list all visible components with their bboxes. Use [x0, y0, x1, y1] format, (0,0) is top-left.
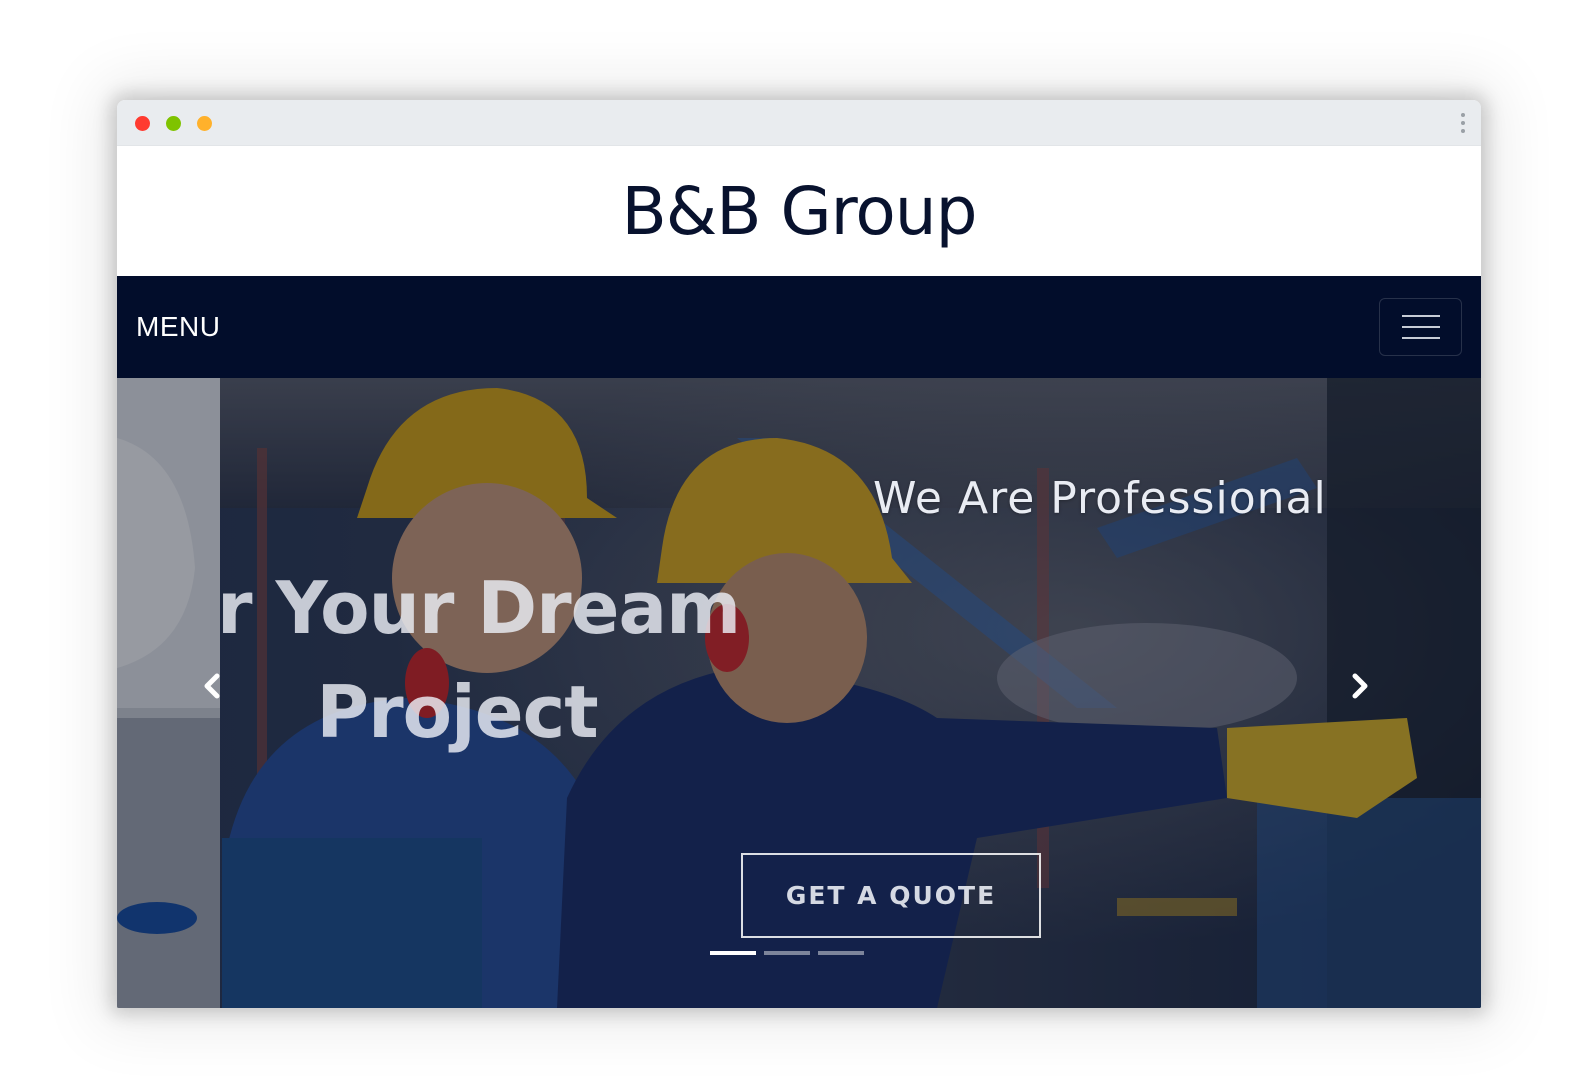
get-quote-button[interactable]: GET A QUOTE — [741, 853, 1041, 938]
minimize-window-dot[interactable] — [166, 116, 181, 131]
maximize-window-dot[interactable] — [197, 116, 212, 131]
menu-label: MENU — [136, 311, 221, 342]
close-window-dot[interactable] — [135, 116, 150, 131]
carousel-indicator-2[interactable] — [764, 951, 810, 955]
browser-window: B&B Group MENU We Are Professional r You… — [117, 100, 1481, 1008]
hero-carousel: We Are Professional r Your Dream Project… — [117, 378, 1481, 1008]
hamburger-icon[interactable] — [1379, 298, 1462, 356]
carousel-indicator-3[interactable] — [818, 951, 864, 955]
browser-toolbar — [117, 100, 1481, 146]
chevron-left-icon[interactable] — [195, 668, 231, 704]
brand-logo[interactable]: B&B Group — [622, 173, 978, 250]
site-header: B&B Group — [117, 146, 1481, 276]
hero-title: r Your Dream Project — [217, 556, 837, 764]
hero-subtitle: We Are Professional — [873, 473, 1327, 524]
chevron-right-icon[interactable] — [1341, 668, 1377, 704]
main-navbar: MENU — [117, 276, 1481, 378]
hero-title-line-1: r Your Dream — [217, 566, 741, 650]
carousel-indicator-1[interactable] — [710, 951, 756, 955]
carousel-indicators — [710, 951, 864, 955]
kebab-icon[interactable] — [1459, 111, 1467, 137]
hero-title-line-2: Project — [316, 670, 598, 754]
